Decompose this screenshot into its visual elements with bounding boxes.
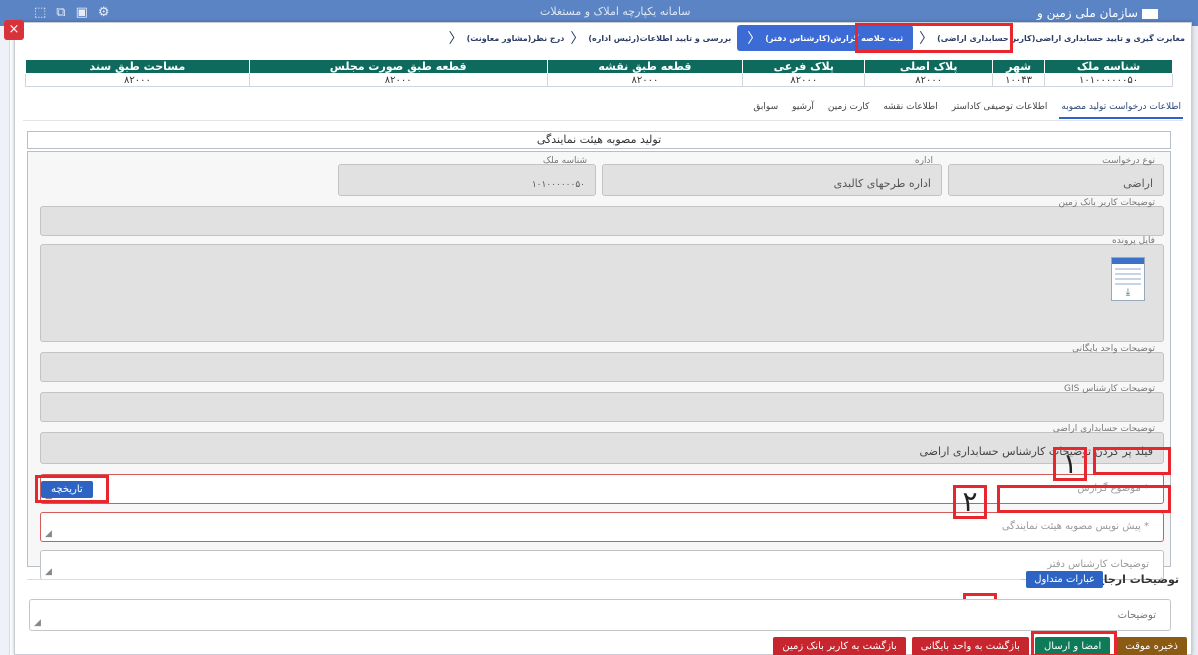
thumbnail-line xyxy=(1115,283,1141,285)
draft-resolution-input[interactable]: * پیش نویس مصوبه هیئت نمایندگی ◢ xyxy=(40,512,1164,542)
gis-expert-description: توضیحات کارشناس GIS xyxy=(40,384,1164,422)
field-value: ۱۰۱۰۰۰۰۰۰۵۰ xyxy=(531,180,585,190)
field-label: اداره xyxy=(914,156,933,166)
resize-handle-icon[interactable]: ◢ xyxy=(34,618,41,628)
input-placeholder: توضیحات کارشناس دفتر xyxy=(1047,559,1149,570)
detail-tabs: اطلاعات درخواست تولید مصوبه اطلاعات توصی… xyxy=(751,99,1183,119)
panel-title: تولید مصوبه هیئت نمایندگی xyxy=(27,131,1171,149)
table-cell: ۸۲۰۰۰ xyxy=(742,73,866,87)
table-cell: ۸۲۰۰۰ xyxy=(25,73,250,87)
common-phrases-button[interactable]: عبارات متداول xyxy=(1026,571,1103,588)
step-department-review[interactable]: بررسی و تایید اطلاعات(رئیس اداره) 〈 xyxy=(570,28,731,48)
step-label: بررسی و تایید اطلاعات(رئیس اداره) xyxy=(588,33,732,43)
sign-send-highlight xyxy=(1031,631,1117,655)
column-header: پلاک فرعی xyxy=(742,59,866,74)
input-placeholder: توضیحات xyxy=(1117,610,1156,621)
org-logo xyxy=(1142,8,1158,19)
chevron-left-icon: 〈 xyxy=(448,31,463,47)
table-cell: ۱۰۱۰۰۰۰۰۰۵۰ xyxy=(1044,73,1173,87)
column-header: قطعه طبق صورت مجلس xyxy=(248,59,548,74)
referral-notes-input[interactable]: توضیحات ◢ xyxy=(29,599,1171,631)
tab-land-card[interactable]: کارت زمین xyxy=(826,99,871,119)
request-type-field: نوع درخواست اراضی xyxy=(948,156,1164,196)
workflow-modal: مغایرت گیری و تایید حسابداری اراضی(کاربر… xyxy=(14,22,1192,655)
column-header: شهر xyxy=(992,59,1046,74)
left-sidebar-strip xyxy=(0,26,10,655)
report-subject-input[interactable]: * موضوع گزارش ◢ xyxy=(40,474,1164,504)
table-header-row: شناسه ملک شهر پلاک اصلی پلاک فرعی قطعه ط… xyxy=(25,59,1173,74)
table-cell: ۸۲۰۰۰ xyxy=(864,73,994,87)
field-label: شناسه ملک xyxy=(542,156,587,166)
land-bank-description: توضیحات کاربر بانک زمین xyxy=(40,198,1164,236)
property-info-table: شناسه ملک شهر پلاک اصلی پلاک فرعی قطعه ط… xyxy=(25,59,1173,87)
table-cell: ۱۰۰۴۳ xyxy=(992,73,1046,87)
department-field: اداره اداره طرحهای کالبدی xyxy=(602,156,942,196)
field-label: توضیحات کارشناس GIS xyxy=(1064,384,1155,394)
thumbnail-header xyxy=(1112,258,1144,264)
download-icon[interactable]: ⤓ xyxy=(1112,287,1144,298)
tab-cadastre-info[interactable]: اطلاعات توصیفی کاداستر xyxy=(950,99,1050,119)
property-id-field: شناسه ملک ۱۰۱۰۰۰۰۰۰۵۰ xyxy=(338,156,596,196)
window-toolbar-icons[interactable]: ⬚⧉▣⚙ xyxy=(34,5,120,20)
return-land-bank-button[interactable]: بازگشت به کاربر بانک زمین xyxy=(773,637,906,655)
archive-unit-description: توضیحات واحد بایگانی xyxy=(40,344,1164,382)
column-header: شناسه ملک xyxy=(1044,59,1173,74)
field-label: توضیحات حسابداری اراضی xyxy=(1052,424,1155,434)
tab-request-info[interactable]: اطلاعات درخواست تولید مصوبه xyxy=(1059,99,1183,119)
thumbnail-line xyxy=(1115,268,1141,270)
tabs-divider xyxy=(23,120,1183,121)
column-header: پلاک اصلی xyxy=(864,59,994,74)
app-title: سازمان ملی زمین و xyxy=(1037,6,1158,20)
column-header: قطعه طبق نقشه xyxy=(546,59,744,74)
column-header: مساحت طبق سند xyxy=(25,59,250,74)
tab-archive[interactable]: آرشیو xyxy=(790,99,816,119)
annotation-number-1: ۱ xyxy=(1053,447,1087,481)
field-label: توضیحات واحد بایگانی xyxy=(1072,344,1155,354)
step-advisor-opinion[interactable]: درج نظر(مشاور معاونت) 〈 xyxy=(449,28,565,48)
thumbnail-line xyxy=(1115,273,1141,275)
history-button-highlight xyxy=(35,475,109,503)
app-title-text: سازمان ملی زمین و xyxy=(1036,6,1138,20)
field-value: اداره طرحهای کالبدی xyxy=(833,177,931,190)
thumbnail-line xyxy=(1115,278,1141,280)
accounting-description: توضیحات حسابداری اراضی فیلد پر کردن توضی… xyxy=(40,424,1164,464)
office-expert-description-input[interactable]: توضیحات کارشناس دفتر ◢ xyxy=(40,550,1164,580)
chevron-left-icon: 〈 xyxy=(747,31,762,47)
draft-resolution-highlight xyxy=(997,485,1171,513)
report-subject-highlight xyxy=(1093,447,1171,475)
table-cell: ۸۲۰۰۰ xyxy=(546,73,744,87)
table-row: ۱۰۱۰۰۰۰۰۰۵۰ ۱۰۰۴۳ ۸۲۰۰۰ ۸۲۰۰۰ ۸۲۰۰۰ ۸۲۰۰… xyxy=(25,73,1173,87)
active-step-highlight xyxy=(855,23,1013,53)
input-placeholder: * پیش نویس مصوبه هیئت نمایندگی xyxy=(1001,521,1149,532)
chevron-left-icon: 〈 xyxy=(570,31,585,47)
resize-handle-icon[interactable]: ◢ xyxy=(45,529,52,539)
step-label: درج نظر(مشاور معاونت) xyxy=(466,33,565,43)
field-label: نوع درخواست xyxy=(1102,156,1155,166)
action-buttons: ذخیره موقت امضا و ارسال بازگشت به واحد ب… xyxy=(773,637,1187,655)
table-cell: ۸۲۰۰۰ xyxy=(248,73,548,87)
close-icon[interactable]: × xyxy=(4,20,24,40)
case-file-field: فایل پرونده ⤓ xyxy=(40,236,1164,342)
file-thumbnail[interactable]: ⤓ xyxy=(1111,257,1145,301)
referral-divider xyxy=(27,579,1021,580)
tab-map-info[interactable]: اطلاعات نقشه xyxy=(881,99,939,119)
annotation-number-2: ۲ xyxy=(953,485,987,519)
field-value: اراضی xyxy=(1123,177,1153,190)
return-archive-button[interactable]: بازگشت به واحد بایگانی xyxy=(911,637,1029,655)
field-label: توضیحات کاربر بانک زمین xyxy=(1058,198,1155,208)
app-center-title: سامانه یکپارچه املاک و مستغلات xyxy=(540,5,691,18)
save-draft-button[interactable]: ذخیره موقت xyxy=(1116,637,1187,655)
resize-handle-icon[interactable]: ◢ xyxy=(45,567,52,577)
tab-history[interactable]: سوابق xyxy=(751,99,780,119)
field-label: فایل پرونده xyxy=(1112,236,1155,246)
